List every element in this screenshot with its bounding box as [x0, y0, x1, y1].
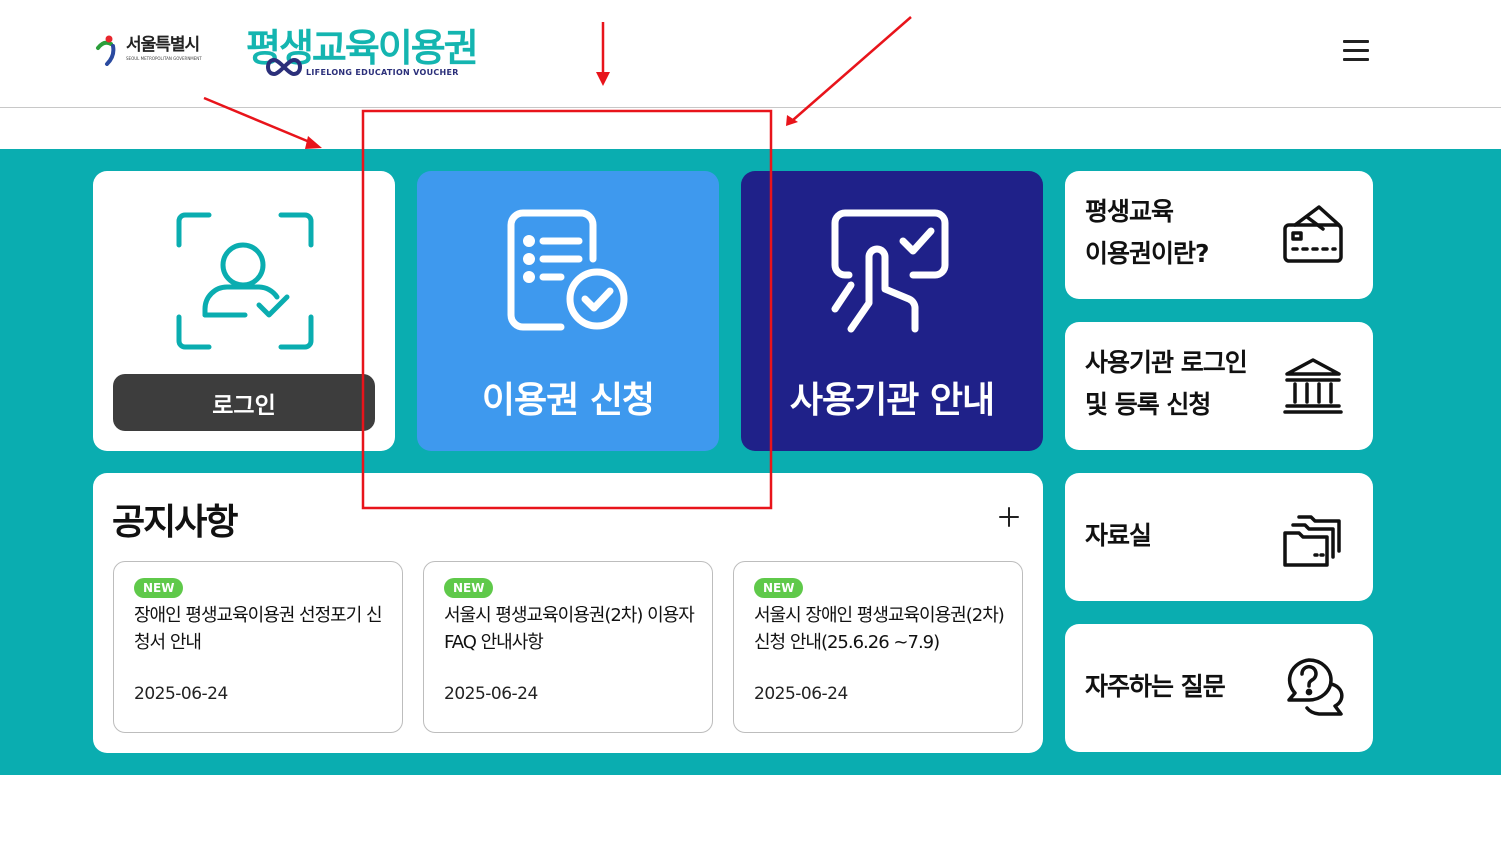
institution-guide-button[interactable]: 사용기관 안내 [741, 171, 1043, 451]
resources-link[interactable]: 자료실 [1065, 473, 1373, 601]
institution-login-link[interactable]: 사용기관 로그인 및 등록 신청 [1065, 322, 1373, 450]
notice-item-title: 장애인 평생교육이용권 선정포기 신청서 안내 [134, 605, 383, 653]
notice-item[interactable]: NEW 서울시 평생교육이용권(2차) 이용자 FAQ 안내사항 2025-06… [423, 561, 713, 733]
seoul-logo-text: 서울특별시 [126, 35, 200, 55]
voucher-apply-button[interactable]: 이용권 신청 [417, 171, 719, 451]
notice-item-date: 2025-06-24 [134, 684, 228, 704]
about-voucher-line2: 이용권이란? [1085, 239, 1210, 268]
touch-screen-check-icon [831, 209, 949, 333]
login-button[interactable]: 로그인 [113, 374, 375, 431]
new-badge: NEW [754, 578, 804, 598]
faq-label: 자주하는 질문 [1085, 672, 1226, 701]
notice-item-title: 서울시 평생교육이용권(2차) 이용자 FAQ 안내사항 [444, 605, 695, 653]
notice-list: NEW 장애인 평생교육이용권 선정포기 신청서 안내 2025-06-24 N… [113, 561, 1023, 733]
voucher-apply-label: 이용권 신청 [481, 380, 655, 421]
seoul-logo-subtext: SEOUL METROPOLITAN GOVERNMENT [126, 56, 202, 61]
notice-panel: 공지사항 NEW 장애인 평생교육이용권 선정포기 신청서 안내 2025-06… [93, 473, 1043, 753]
brand-logo[interactable]: 평생교육이용권 LIFELONG EDUCATION VOUCHER [246, 26, 479, 82]
plus-icon[interactable] [995, 503, 1023, 531]
card-icon [1283, 205, 1343, 263]
seoul-logo[interactable]: 서울특별시 SEOUL METROPOLITAN GOVERNMENT [94, 34, 202, 68]
brand-logo-subtext: LIFELONG EDUCATION VOUCHER [306, 68, 459, 77]
new-badge: NEW [444, 578, 494, 598]
notice-item-date: 2025-06-24 [754, 684, 848, 704]
site-header: 서울특별시 SEOUL METROPOLITAN GOVERNMENT 평생교육… [0, 0, 1501, 108]
infinity-loop-icon [266, 57, 302, 77]
institution-guide-label: 사용기관 안내 [789, 380, 995, 421]
notice-item[interactable]: NEW 장애인 평생교육이용권 선정포기 신청서 안내 2025-06-24 [113, 561, 403, 733]
resources-label: 자료실 [1085, 521, 1152, 550]
notice-item-title: 서울시 장애인 평생교육이용권(2차) 신청 안내(25.6.26 ~7.9) [754, 605, 1005, 653]
faq-link[interactable]: 자주하는 질문 [1065, 624, 1373, 752]
bank-icon [1283, 358, 1343, 414]
seoul-emblem-icon [96, 35, 116, 66]
hamburger-menu-icon[interactable] [1340, 38, 1372, 64]
institution-login-line1: 사용기관 로그인 [1085, 348, 1248, 377]
institution-login-line2: 및 등록 신청 [1085, 390, 1211, 419]
notice-item[interactable]: NEW 서울시 장애인 평생교육이용권(2차) 신청 안내(25.6.26 ~7… [733, 561, 1023, 733]
login-card: 로그인 [93, 171, 395, 451]
folders-icon [1283, 515, 1341, 567]
face-id-user-check-icon [176, 212, 314, 350]
document-checklist-icon [507, 209, 628, 331]
new-badge: NEW [134, 578, 184, 598]
about-voucher-link[interactable]: 평생교육 이용권이란? [1065, 171, 1373, 299]
question-chat-icon [1287, 658, 1344, 716]
about-voucher-line1: 평생교육 [1085, 197, 1174, 226]
notice-item-date: 2025-06-24 [444, 684, 538, 704]
notice-title: 공지사항 [112, 502, 238, 543]
